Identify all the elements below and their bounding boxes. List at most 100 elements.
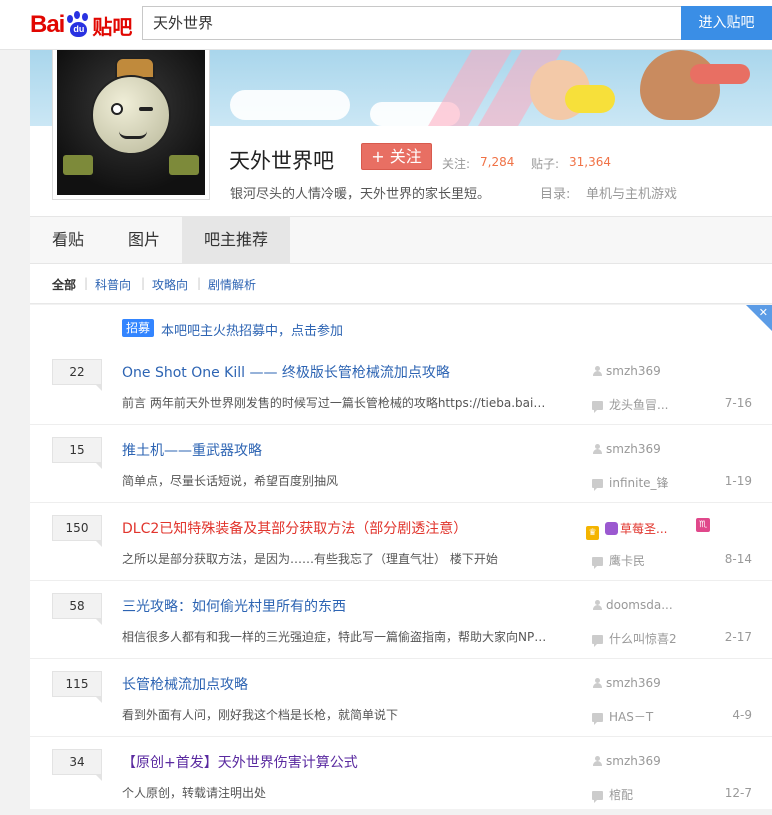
duck-float (565, 85, 615, 113)
author-name: smzh369 (606, 754, 661, 768)
avatar-gun (63, 155, 93, 175)
thread-author[interactable]: doomsda... (592, 598, 673, 612)
banner-ribbon (690, 64, 750, 84)
category-label: 目录: (540, 187, 571, 202)
tab-recommended[interactable]: 吧主推荐 (182, 217, 290, 263)
subnav-guides[interactable]: 攻略向 (152, 276, 188, 293)
thread-row: 15 推土机——重武器攻略 简单点，尽量长话短说，希望百度别抽风 smzh369… (30, 425, 772, 503)
logo-text-bai: Bai (30, 11, 65, 38)
reply-count: 150 (52, 515, 102, 547)
moon-mouth (119, 131, 147, 139)
subnav-separator: | (141, 276, 146, 290)
thread-author[interactable]: smzh369 (592, 676, 661, 690)
subnav-all[interactable]: 全部 (52, 276, 76, 293)
paw-toe (67, 15, 74, 23)
last-replier[interactable]: 龙头鱼冒... (592, 396, 668, 413)
thread-author[interactable]: smzh369 (592, 442, 661, 456)
forum-avatar[interactable] (52, 40, 210, 200)
last-replier-name: 棺配 (609, 788, 634, 802)
last-replier-name: infinite_锋 (609, 476, 669, 490)
member-badge-icon (605, 522, 618, 535)
subnav-story[interactable]: 剧情解析 (208, 276, 256, 293)
last-reply-date: 4-9 (732, 708, 752, 722)
recruit-link[interactable]: 本吧吧主火热招募中，点击参加 (161, 320, 343, 339)
paw-toe (82, 13, 89, 21)
thread-author[interactable]: ♛ 草莓圣... (586, 520, 667, 540)
thread-author[interactable]: smzh369 (592, 364, 661, 378)
avatar-image (57, 45, 205, 195)
user-icon (592, 600, 602, 610)
last-replier-name: 鹰卡民 (609, 554, 646, 568)
thread-row: 150 DLC2已知特殊装备及其部分获取方法（部分剧透注意） 之所以是部分获取方… (30, 503, 772, 581)
posts-label: 贴子: (531, 157, 560, 171)
last-replier-name: 什么叫惊喜2 (609, 632, 677, 646)
comment-icon (592, 401, 603, 413)
user-icon (592, 444, 602, 454)
thread-title[interactable]: 长管枪械流加点攻略 (122, 674, 248, 694)
category-link[interactable]: 单机与主机游戏 (586, 183, 677, 202)
close-icon[interactable]: ✕ (759, 306, 768, 319)
thread-title[interactable]: 【原创+首发】天外世界伤害计算公式 (122, 752, 358, 772)
subnav-separator: | (84, 276, 89, 290)
user-icon (592, 678, 602, 688)
user-icon (592, 756, 602, 766)
crown-badge-icon: ♛ (586, 526, 599, 540)
paw-icon: du (65, 11, 91, 39)
thread-abstract: 相信很多人都有和我一样的三光强迫症，特此写一篇偷盗指南，帮助大家向NPC说 (122, 630, 552, 644)
author-name: doomsda... (606, 598, 673, 612)
moon-face-icon (91, 75, 171, 155)
moon-eye (111, 103, 123, 115)
category-subnav: 全部 | 科普向 | 攻略向 | 剧情解析 (30, 264, 772, 304)
posts-count: 31,364 (569, 155, 611, 169)
enter-forum-button[interactable]: 进入贴吧 (681, 6, 772, 40)
user-icon (592, 366, 602, 376)
vip-badge-icon: ♏ (696, 518, 710, 532)
last-reply-date: 1-19 (724, 474, 752, 488)
last-replier[interactable]: infinite_锋 (592, 474, 669, 491)
thread-title[interactable]: 三光攻略：如何偷光村里所有的东西 (122, 596, 346, 616)
thread-list: ✕ 招募 本吧吧主火热招募中，点击参加 22 One Shot One Kill… (30, 305, 772, 809)
thread-abstract: 前言 两年前天外世界刚发售的时候写过一篇长管枪械的攻略https://tieba… (122, 396, 552, 410)
banner-cloud (230, 90, 350, 120)
comment-icon (592, 635, 603, 647)
thread-title[interactable]: One Shot One Kill —— 终极版长管枪械流加点攻略 (122, 362, 450, 382)
author-name: smzh369 (606, 442, 661, 456)
forum-tabs: 看贴 图片 吧主推荐 (30, 216, 772, 264)
thread-row: 115 长管枪械流加点攻略 看到外面有人问，刚好我这个档是长枪，就简单说下 sm… (30, 659, 772, 737)
thread-row: 34 【原创+首发】天外世界伤害计算公式 个人原创，转载请注明出处 smzh36… (30, 737, 772, 815)
tab-images[interactable]: 图片 (106, 217, 182, 263)
last-replier-name: HAS－T (609, 710, 654, 724)
subnav-science[interactable]: 科普向 (95, 276, 131, 293)
forum-slogan: 银河尽头的人情冷暖，天外世界的家长里短。 (230, 187, 491, 202)
reply-count: 58 (52, 593, 102, 625)
thread-author[interactable]: smzh369 (592, 754, 661, 768)
follow-button[interactable]: + 关注 (361, 143, 432, 170)
banner-bear (640, 50, 720, 120)
tab-threads[interactable]: 看贴 (30, 217, 106, 263)
author-name: smzh369 (606, 364, 661, 378)
thread-title[interactable]: 推土机——重武器攻略 (122, 440, 262, 460)
last-replier[interactable]: 鹰卡民 (592, 552, 645, 569)
reply-count: 22 (52, 359, 102, 391)
baidu-tieba-logo[interactable]: Bai du 贴吧 (30, 8, 132, 42)
thread-abstract: 看到外面有人问，刚好我这个档是长枪，就简单说下 (122, 708, 399, 722)
recruit-tag: 招募 (122, 319, 155, 337)
comment-icon (592, 713, 603, 725)
reply-count: 15 (52, 437, 102, 469)
avatar-gun (169, 155, 199, 175)
followers-count: 7,284 (480, 155, 515, 169)
last-reply-date: 2-17 (724, 630, 752, 644)
last-replier[interactable]: 棺配 (592, 786, 633, 803)
top-bar: Bai du 贴吧 天外世界 进入贴吧 (0, 0, 772, 50)
last-reply-date: 12-7 (724, 786, 752, 800)
search-input[interactable]: 天外世界 (142, 6, 681, 40)
last-replier[interactable]: HAS－T (592, 708, 653, 725)
last-reply-date: 7-16 (724, 396, 752, 410)
last-replier[interactable]: 什么叫惊喜2 (592, 630, 677, 647)
author-name: 草莓圣... (620, 522, 668, 536)
author-name: smzh369 (606, 676, 661, 690)
last-reply-date: 8-14 (724, 552, 752, 566)
thread-title[interactable]: DLC2已知特殊装备及其部分获取方法（部分剧透注意） (122, 518, 467, 538)
reply-count: 115 (52, 671, 102, 703)
thread-abstract: 简单点，尽量长话短说，希望百度别抽风 (122, 474, 339, 488)
